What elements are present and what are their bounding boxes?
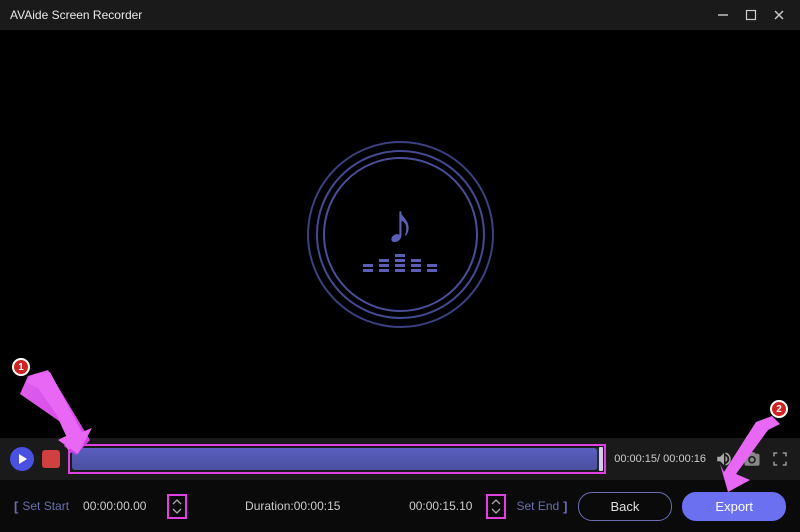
export-button[interactable]: Export bbox=[682, 492, 786, 521]
preview-area: ♪ bbox=[0, 30, 800, 438]
end-spin-up[interactable] bbox=[490, 498, 502, 506]
end-time-field[interactable] bbox=[398, 495, 476, 517]
maximize-button[interactable] bbox=[744, 8, 758, 22]
play-icon bbox=[19, 454, 27, 464]
annotation-badge-2: 2 bbox=[770, 400, 788, 418]
start-time-field[interactable] bbox=[79, 495, 157, 517]
player-bar: 00:00:15/ 00:00:16 bbox=[0, 438, 800, 480]
start-spin-up[interactable] bbox=[171, 498, 183, 506]
annotation-arrow-1-shape bbox=[24, 372, 92, 454]
seek-handle[interactable] bbox=[599, 447, 603, 471]
audio-placeholder-icon: ♪ bbox=[323, 157, 478, 312]
start-spin-down[interactable] bbox=[171, 507, 183, 515]
duration-label: Duration:00:00:15 bbox=[197, 499, 388, 513]
start-spinner bbox=[167, 494, 187, 519]
close-button[interactable] bbox=[772, 8, 786, 22]
annotation-arrow-2 bbox=[720, 414, 782, 492]
annotation-badge-1: 1 bbox=[12, 358, 30, 376]
titlebar: AVAide Screen Recorder bbox=[0, 0, 800, 30]
set-end-button[interactable]: Set End] bbox=[516, 499, 567, 514]
seek-bar[interactable] bbox=[72, 448, 602, 470]
app-title: AVAide Screen Recorder bbox=[10, 8, 142, 22]
minimize-button[interactable] bbox=[716, 8, 730, 22]
set-start-button[interactable]: [Set Start bbox=[14, 499, 69, 514]
trim-controls: [Set Start Duration:00:00:15 Set End] Ba… bbox=[0, 480, 800, 532]
end-spin-down[interactable] bbox=[490, 507, 502, 515]
back-button[interactable]: Back bbox=[578, 492, 673, 521]
end-spinner bbox=[486, 494, 506, 519]
time-display: 00:00:15/ 00:00:16 bbox=[614, 453, 706, 465]
